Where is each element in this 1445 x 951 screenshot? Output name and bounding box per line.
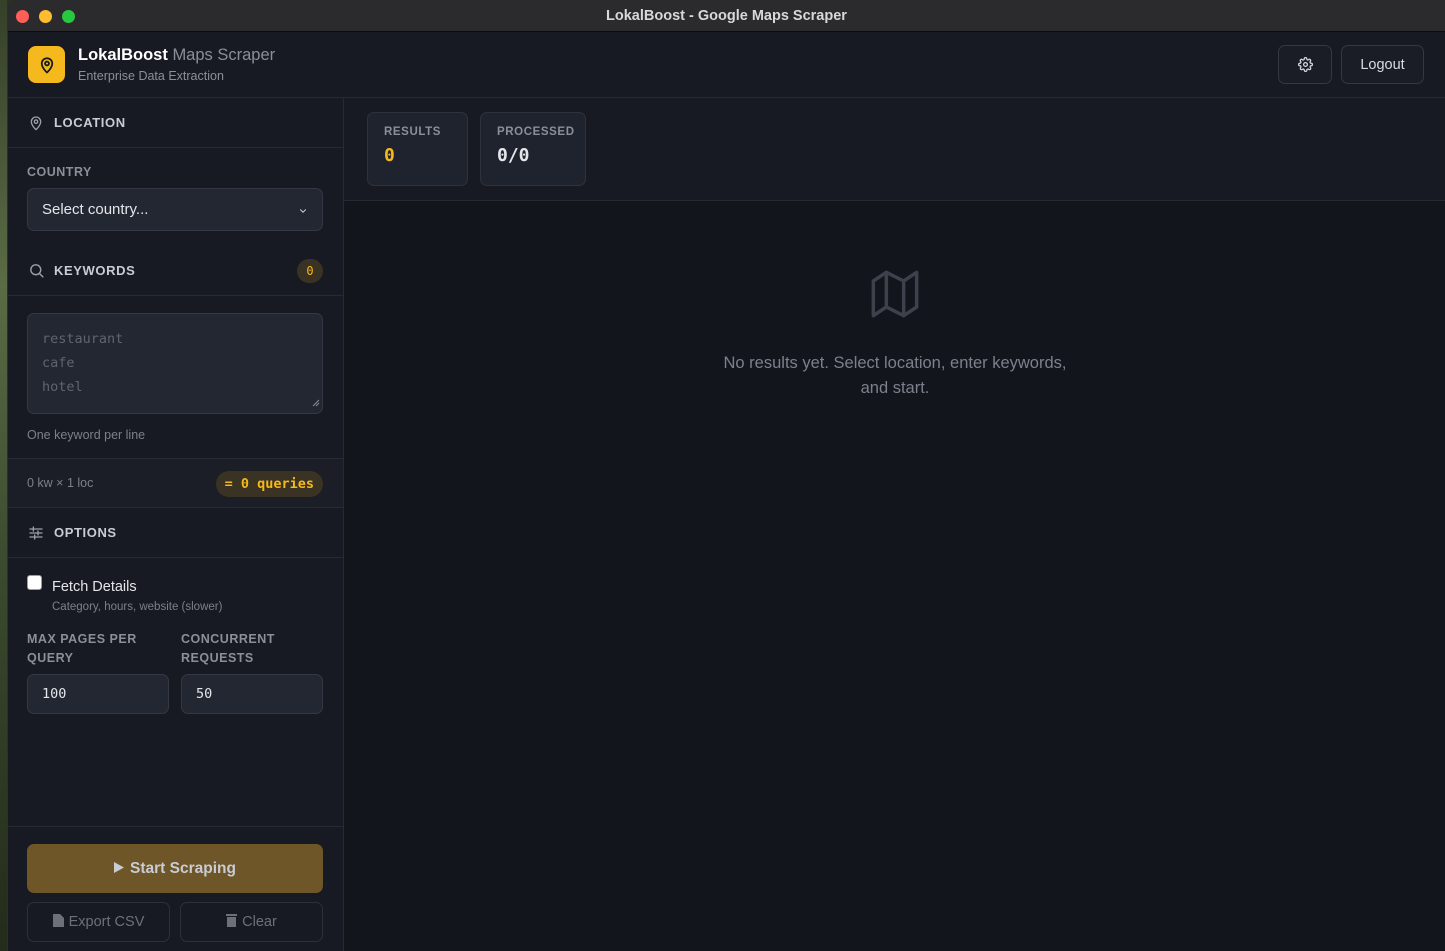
query-formula: 0 kw × 1 loc — [27, 476, 94, 490]
concurrent-requests-input[interactable]: 50 — [181, 674, 323, 714]
keywords-section-header: KEYWORDS 0 — [8, 246, 343, 296]
map-pin-icon — [27, 114, 45, 132]
settings-button[interactable] — [1278, 45, 1332, 84]
trash-icon — [226, 913, 238, 931]
fetch-details-checkbox[interactable] — [27, 575, 42, 590]
clear-button[interactable]: Clear — [180, 902, 323, 942]
keyword-placeholder-line: hotel — [42, 379, 83, 395]
export-csv-label: Export CSV — [68, 914, 145, 930]
country-select[interactable]: Select country... — [27, 188, 323, 231]
fetch-details-label: Fetch Details — [52, 579, 137, 595]
sidebar: LOCATION COUNTRY Select country... KEYWO… — [8, 98, 344, 951]
resize-handle-icon[interactable] — [312, 392, 320, 411]
start-scraping-button[interactable]: Start Scraping — [27, 844, 323, 893]
empty-state-message: No results yet. Select location, enter k… — [344, 351, 1445, 401]
logout-button[interactable]: Logout — [1341, 45, 1424, 84]
results-stat-card: RESULTS 0 — [367, 112, 468, 186]
processed-stat-card: PROCESSED 0/0 — [480, 112, 586, 186]
start-scraping-label: Start Scraping — [130, 859, 236, 877]
keyword-placeholder-line: cafe — [42, 355, 75, 371]
keywords-textarea[interactable]: restaurant cafe hotel — [27, 313, 323, 414]
keyword-placeholder-line: restaurant — [42, 331, 124, 347]
search-icon — [27, 262, 45, 280]
keyword-count-badge: 0 — [297, 259, 323, 283]
window-controls — [16, 10, 75, 23]
empty-state: No results yet. Select location, enter k… — [344, 268, 1445, 401]
country-label: COUNTRY — [27, 165, 92, 179]
keywords-hint: One keyword per line — [27, 428, 146, 442]
action-area: Start Scraping Export CSV Clear — [8, 826, 343, 951]
sliders-icon — [27, 524, 45, 542]
brand-title: LokalBoost Maps Scraper — [78, 46, 275, 65]
max-pages-label: MAX PAGES PER QUERY — [27, 630, 137, 668]
window-title: LokalBoost - Google Maps Scraper — [606, 7, 847, 24]
results-stat-value: 0 — [384, 145, 395, 166]
results-stat-label: RESULTS — [384, 126, 442, 138]
max-pages-label-line: QUERY — [27, 651, 74, 665]
concurrent-label-line: REQUESTS — [181, 651, 254, 665]
concurrent-label-line: CONCURRENT — [181, 632, 275, 646]
map-pin-icon — [40, 56, 53, 73]
app-window: LokalBoost - Google Maps Scraper LokalBo… — [7, 0, 1445, 951]
zoom-window-button[interactable] — [62, 10, 75, 23]
brand-tagline: Enterprise Data Extraction — [78, 69, 224, 83]
processed-stat-label: PROCESSED — [497, 126, 575, 138]
brand-suffix: Maps Scraper — [172, 46, 276, 64]
title-bar: LokalBoost - Google Maps Scraper — [8, 0, 1445, 32]
keywords-title: KEYWORDS — [54, 263, 136, 278]
options-title: OPTIONS — [54, 525, 117, 540]
gear-icon — [1297, 57, 1313, 72]
query-count-badge: = 0 queries — [215, 471, 323, 497]
app-header: LokalBoost Maps Scraper Enterprise Data … — [8, 32, 1445, 98]
brand-name: LokalBoost — [78, 46, 168, 64]
main-content: RESULTS 0 PROCESSED 0/0 No results yet. … — [344, 98, 1445, 951]
close-window-button[interactable] — [16, 10, 29, 23]
clear-label: Clear — [242, 914, 277, 930]
play-icon — [114, 860, 125, 878]
location-section-header: LOCATION — [8, 98, 343, 148]
minimize-window-button[interactable] — [39, 10, 52, 23]
brand: LokalBoost Maps Scraper Enterprise Data … — [78, 46, 275, 83]
map-icon — [869, 270, 921, 324]
options-section-header: OPTIONS — [8, 508, 343, 558]
query-summary: 0 kw × 1 loc = 0 queries — [8, 458, 343, 508]
app-logo — [28, 46, 65, 83]
location-title: LOCATION — [54, 115, 126, 130]
chevron-down-icon — [298, 203, 308, 220]
country-select-value: Select country... — [42, 201, 149, 218]
concurrent-requests-label: CONCURRENT REQUESTS — [181, 630, 275, 668]
desktop-background — [0, 0, 7, 951]
stats-bar: RESULTS 0 PROCESSED 0/0 — [344, 98, 1445, 201]
max-pages-input[interactable]: 100 — [27, 674, 169, 714]
fetch-details-description: Category, hours, website (slower) — [52, 601, 223, 613]
empty-state-line: and start. — [860, 379, 930, 397]
processed-stat-value: 0/0 — [497, 145, 530, 166]
export-csv-button[interactable]: Export CSV — [27, 902, 170, 942]
empty-state-line: No results yet. Select location, enter k… — [723, 354, 1067, 372]
max-pages-label-line: MAX PAGES PER — [27, 632, 137, 646]
document-icon — [52, 913, 64, 931]
